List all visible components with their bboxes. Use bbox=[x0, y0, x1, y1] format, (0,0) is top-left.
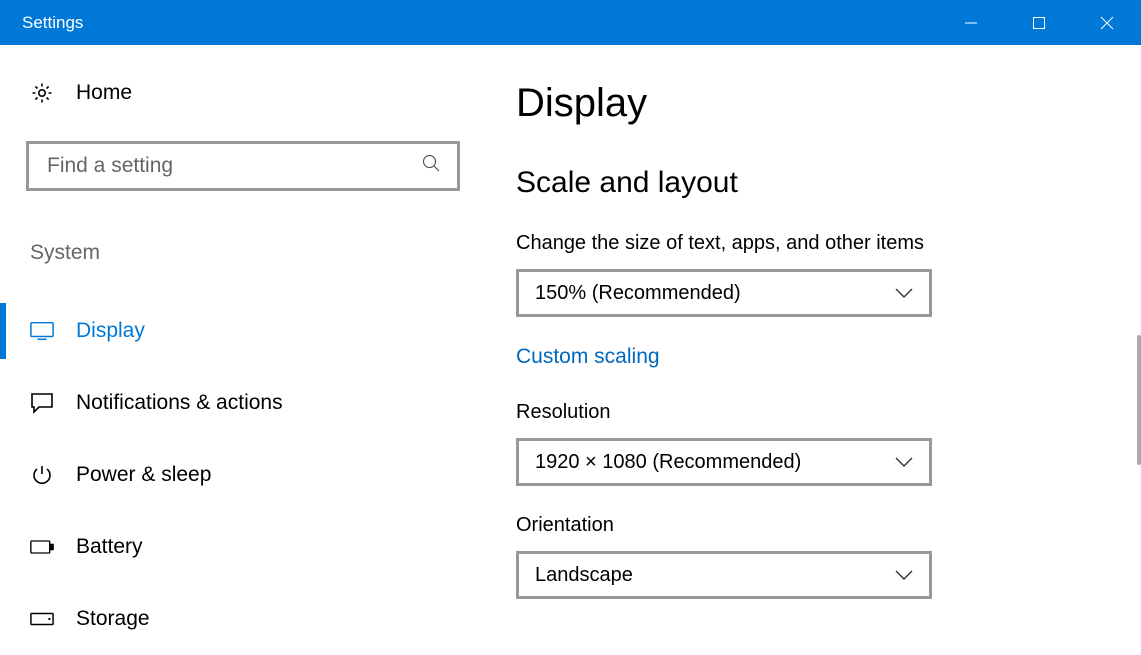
sidebar-category-label: System bbox=[26, 241, 460, 265]
minimize-button[interactable] bbox=[937, 0, 1005, 45]
scrollbar[interactable] bbox=[1137, 335, 1141, 465]
search-box[interactable] bbox=[26, 141, 460, 191]
sidebar-item-notifications[interactable]: Notifications & actions bbox=[0, 367, 460, 439]
sidebar-item-label: Storage bbox=[76, 607, 150, 631]
sidebar-item-label: Display bbox=[76, 319, 145, 343]
section-title: Scale and layout bbox=[516, 166, 1101, 200]
scale-value: 150% (Recommended) bbox=[535, 282, 741, 305]
home-label: Home bbox=[76, 81, 132, 105]
resolution-value: 1920 × 1080 (Recommended) bbox=[535, 451, 801, 474]
maximize-button[interactable] bbox=[1005, 0, 1073, 45]
sidebar-item-label: Power & sleep bbox=[76, 463, 211, 487]
chat-icon bbox=[30, 392, 54, 414]
resolution-label: Resolution bbox=[516, 401, 1101, 424]
sidebar-item-battery[interactable]: Battery bbox=[0, 511, 460, 583]
battery-icon bbox=[30, 539, 54, 555]
title-bar: Settings bbox=[0, 0, 1141, 45]
search-input[interactable] bbox=[45, 153, 421, 179]
custom-scaling-link[interactable]: Custom scaling bbox=[516, 345, 1101, 369]
search-icon bbox=[421, 153, 441, 179]
monitor-icon bbox=[30, 321, 54, 341]
window-title: Settings bbox=[22, 13, 83, 33]
orientation-value: Landscape bbox=[535, 564, 633, 587]
main-content: Display Scale and layout Change the size… bbox=[488, 81, 1141, 655]
chevron-down-icon bbox=[895, 570, 913, 580]
sidebar-item-label: Battery bbox=[76, 535, 143, 559]
sidebar-item-label: Notifications & actions bbox=[76, 391, 283, 415]
page-title: Display bbox=[516, 81, 1101, 126]
sidebar-item-storage[interactable]: Storage bbox=[0, 583, 460, 655]
resolution-dropdown[interactable]: 1920 × 1080 (Recommended) bbox=[516, 438, 932, 486]
sidebar-item-display[interactable]: Display bbox=[0, 295, 460, 367]
sidebar-item-power-sleep[interactable]: Power & sleep bbox=[0, 439, 460, 511]
orientation-dropdown[interactable]: Landscape bbox=[516, 551, 932, 599]
sidebar: Home System Display bbox=[0, 81, 488, 655]
scale-label: Change the size of text, apps, and other… bbox=[516, 232, 1101, 255]
chevron-down-icon bbox=[895, 457, 913, 467]
home-button[interactable]: Home bbox=[26, 81, 460, 105]
storage-icon bbox=[30, 612, 54, 626]
chevron-down-icon bbox=[895, 288, 913, 298]
orientation-label: Orientation bbox=[516, 514, 1101, 537]
close-button[interactable] bbox=[1073, 0, 1141, 45]
power-icon bbox=[30, 464, 54, 486]
gear-icon bbox=[30, 81, 54, 105]
scale-dropdown[interactable]: 150% (Recommended) bbox=[516, 269, 932, 317]
